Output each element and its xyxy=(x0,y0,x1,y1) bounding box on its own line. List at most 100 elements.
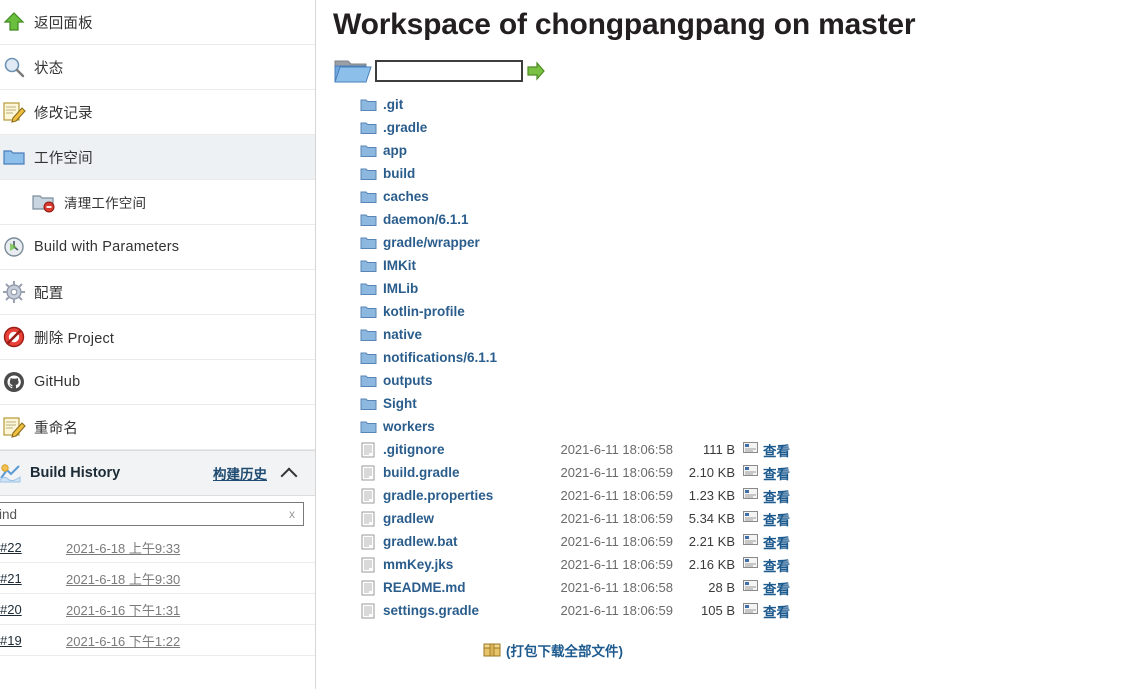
sidebar-item-2[interactable]: 修改记录 xyxy=(0,90,315,135)
main-content: Workspace of chongpangpang on master .gi… xyxy=(316,0,1147,689)
file-link[interactable]: settings.gradle xyxy=(383,603,479,618)
build-number-link[interactable]: #19 xyxy=(0,633,66,648)
directory-row: app xyxy=(333,139,1147,162)
view-file-link[interactable]: 查看 xyxy=(763,601,790,621)
file-date: 2021-6-11 18:06:58 xyxy=(560,580,673,595)
sidebar-item-label: 修改记录 xyxy=(34,105,93,122)
file-date: 2021-6-11 18:06:59 xyxy=(560,534,673,549)
file-date: 2021-6-11 18:06:58 xyxy=(560,442,673,457)
view-file-link[interactable]: 查看 xyxy=(763,578,790,598)
sidebar-item-label: 工作空间 xyxy=(34,150,93,167)
directory-link[interactable]: notifications/6.1.1 xyxy=(383,350,497,365)
directory-row: IMKit xyxy=(333,254,1147,277)
build-timestamp-link[interactable]: 2021-6-16 下午1:22 xyxy=(66,631,180,650)
sidebar-item-label: 清理工作空间 xyxy=(64,196,147,211)
directory-link[interactable]: IMKit xyxy=(383,258,416,273)
sidebar-item-3[interactable]: 工作空间 xyxy=(0,135,315,180)
file-link[interactable]: gradle.properties xyxy=(383,488,493,503)
folder-icon xyxy=(360,396,377,412)
path-input[interactable] xyxy=(375,60,523,82)
build-timestamp-link[interactable]: 2021-6-18 上午9:33 xyxy=(66,538,180,557)
view-file-link[interactable]: 查看 xyxy=(763,440,790,460)
directory-link[interactable]: app xyxy=(383,143,407,158)
file-row: README.md 2021-6-11 18:06:58 28 B 查看 xyxy=(333,576,1147,599)
file-link[interactable]: README.md xyxy=(383,580,466,595)
sidebar-item-label: 删除 Project xyxy=(34,330,115,347)
directory-row: outputs xyxy=(333,369,1147,392)
directory-link[interactable]: Sight xyxy=(383,396,417,411)
github-icon xyxy=(2,370,26,394)
download-all-row[interactable]: (打包下载全部文件) xyxy=(483,640,1147,660)
directory-row: kotlin-profile xyxy=(333,300,1147,323)
directory-link[interactable]: kotlin-profile xyxy=(383,304,465,319)
sidebar-item-label: GitHub xyxy=(34,374,81,390)
file-icon xyxy=(360,465,377,481)
go-arrow-icon[interactable] xyxy=(525,60,547,82)
directory-row: gradle/wrapper xyxy=(333,231,1147,254)
sidebar-item-0[interactable]: 返回面板 xyxy=(0,0,315,45)
sidebar: 返回面板 状态修改记录工作空间清理工作空间 Build with Parameter… xyxy=(0,0,316,689)
directory-link[interactable]: .git xyxy=(383,97,403,112)
directory-row: IMLib xyxy=(333,277,1147,300)
directory-link[interactable]: workers xyxy=(383,419,435,434)
view-file-link[interactable]: 查看 xyxy=(763,532,790,552)
directory-link[interactable]: outputs xyxy=(383,373,433,388)
folder-icon xyxy=(360,235,377,251)
folder-icon xyxy=(360,281,377,297)
sidebar-item-8[interactable]: GitHub xyxy=(0,360,315,405)
directory-link[interactable]: native xyxy=(383,327,422,342)
view-file-link[interactable]: 查看 xyxy=(763,555,790,575)
file-link[interactable]: .gitignore xyxy=(383,442,445,457)
directory-link[interactable]: build xyxy=(383,166,415,181)
build-history-search-input[interactable] xyxy=(0,502,304,526)
directory-row: native xyxy=(333,323,1147,346)
view-file-link[interactable]: 查看 xyxy=(763,463,790,483)
view-monitor-icon xyxy=(743,442,758,455)
directory-link[interactable]: daemon/6.1.1 xyxy=(383,212,469,227)
directory-link[interactable]: .gradle xyxy=(383,120,427,135)
clear-search-icon[interactable]: x xyxy=(289,507,295,521)
view-monitor-icon xyxy=(743,603,758,616)
sidebar-item-5[interactable]: Build with Parameters xyxy=(0,225,315,270)
sidebar-item-9[interactable]: 重命名 xyxy=(0,405,315,450)
view-file-link[interactable]: 查看 xyxy=(763,509,790,529)
sidebar-item-1[interactable]: 状态 xyxy=(0,45,315,90)
build-number-link[interactable]: #22 xyxy=(0,540,66,555)
file-row: .gitignore 2021-6-11 18:06:58 111 B 查看 xyxy=(333,438,1147,461)
file-link[interactable]: gradlew xyxy=(383,511,434,526)
sidebar-item-label: 重命名 xyxy=(34,420,79,437)
file-row: settings.gradle 2021-6-11 18:06:59 105 B 查看 xyxy=(333,599,1147,622)
build-number-link[interactable]: #20 xyxy=(0,602,66,617)
directory-link[interactable]: caches xyxy=(383,189,429,204)
sidebar-item-4[interactable]: 清理工作空间 xyxy=(0,180,315,225)
view-file-link[interactable]: 查看 xyxy=(763,486,790,506)
file-link[interactable]: build.gradle xyxy=(383,465,460,480)
folder-icon xyxy=(360,143,377,159)
folder-icon xyxy=(360,304,377,320)
build-timestamp-link[interactable]: 2021-6-18 上午9:30 xyxy=(66,569,180,588)
build-history-link[interactable]: 构建历史 xyxy=(213,463,267,483)
folder-icon xyxy=(360,350,377,366)
view-monitor-icon xyxy=(743,511,758,524)
build-history-search-wrap: x xyxy=(0,496,315,532)
build-history-row: #22 2021-6-18 上午9:33 xyxy=(0,532,315,563)
folder-icon xyxy=(360,189,377,205)
file-date: 2021-6-11 18:06:59 xyxy=(560,465,673,480)
directory-row: .gradle xyxy=(333,116,1147,139)
file-link[interactable]: gradlew.bat xyxy=(383,534,458,549)
directory-link[interactable]: gradle/wrapper xyxy=(383,235,480,250)
file-icon xyxy=(360,603,377,619)
build-timestamp-link[interactable]: 2021-6-16 下午1:31 xyxy=(66,600,180,619)
chevron-up-icon[interactable] xyxy=(279,462,301,484)
directory-link[interactable]: IMLib xyxy=(383,281,418,296)
clock-run-icon xyxy=(2,235,26,259)
download-all-link[interactable]: (打包下载全部文件) xyxy=(506,640,623,660)
file-link[interactable]: mmKey.jks xyxy=(383,557,453,572)
build-number-link[interactable]: #21 xyxy=(0,571,66,586)
file-row: gradlew 2021-6-11 18:06:59 5.34 KB 查看 xyxy=(333,507,1147,530)
build-history-row: #20 2021-6-16 下午1:31 xyxy=(0,594,315,625)
archive-package-icon xyxy=(483,642,501,658)
build-history-title: Build History xyxy=(30,465,121,481)
sidebar-item-7[interactable]: 删除 Project xyxy=(0,315,315,360)
sidebar-item-6[interactable]: 配置 xyxy=(0,270,315,315)
